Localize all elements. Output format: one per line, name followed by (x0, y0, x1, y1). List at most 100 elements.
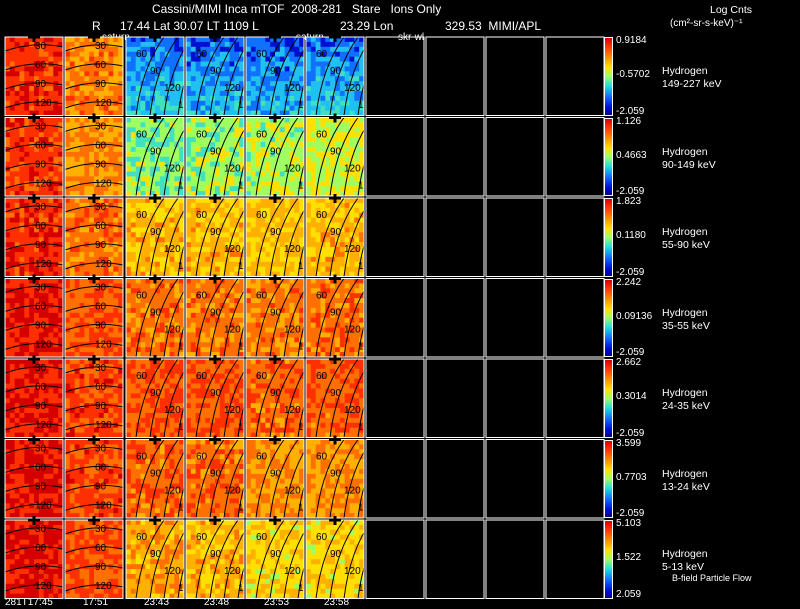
contour-label: 120 (224, 405, 241, 416)
panel-frame (485, 278, 545, 358)
contour-label: 90 (270, 388, 282, 399)
contour-label: 120 (35, 501, 52, 512)
contour-label: 120 (164, 164, 181, 175)
contour-label: 60 (316, 371, 328, 382)
contour-label: 90 (150, 227, 162, 238)
contour-label: 90 (150, 388, 162, 399)
contour-label: 60 (196, 452, 208, 463)
contour-label: 60 (136, 371, 148, 382)
energy-label: 13-24 keV (662, 480, 710, 493)
contour-label: 120 (344, 405, 361, 416)
contour-label: 120 (284, 566, 301, 577)
contour-label: 90 (270, 66, 282, 77)
contour-label: 60 (35, 382, 47, 393)
contour-label: 120 (284, 486, 301, 497)
panel-frame (485, 439, 545, 519)
colorbar-max-label: 2.662 (616, 357, 642, 368)
contour-label: 120 (164, 325, 181, 336)
contour-label: 90 (95, 240, 107, 251)
row-label: Hydrogen 24-35 keV (662, 387, 800, 413)
row-label: Hydrogen 55-90 keV (662, 226, 800, 252)
panel-frame (545, 197, 605, 277)
species-label: Hydrogen (662, 145, 708, 158)
colorbar-mid-label: 0.1180 (616, 230, 646, 242)
row-label: Hydrogen 149-227 keV (662, 65, 800, 91)
contour-label: 60 (316, 532, 328, 543)
contour-label: 60 (95, 221, 107, 232)
contour-label: 60 (35, 463, 47, 474)
contour-label: 60 (35, 221, 47, 232)
contour-label: 60 (196, 210, 208, 221)
contour-label: 90 (330, 147, 342, 158)
panel-frame (365, 197, 425, 277)
colorbar-max-label: 1.823 (616, 196, 642, 207)
contour-label: 90 (150, 66, 162, 77)
contour-label: 90 (270, 227, 282, 238)
contour-label: 120 (35, 420, 52, 431)
colorbar (604, 359, 613, 438)
contour-label: 60 (136, 130, 148, 141)
colorbar-mid-label: 1.522 (616, 552, 642, 564)
colorbar (604, 117, 613, 196)
contour-label: 60 (35, 141, 47, 152)
panel-frame (365, 278, 425, 358)
panel-frame (425, 358, 485, 438)
contour-label: 90 (210, 388, 222, 399)
species-label: Hydrogen (662, 548, 708, 560)
contour-label: 60 (256, 371, 268, 382)
panel-frame (425, 439, 485, 519)
species-label: Hydrogen (662, 387, 708, 399)
contour-label: 120 (95, 581, 112, 592)
contour-label: 60 (316, 452, 328, 463)
energy-label: 149-227 keV (662, 78, 722, 90)
contour-label: 60 (95, 463, 107, 474)
contour-label: 30 (95, 122, 107, 133)
time-label: 17:51 (83, 597, 109, 608)
panel-frame (545, 519, 605, 599)
panel-frame (425, 197, 485, 277)
contour-label: 90 (35, 321, 47, 332)
contour-label: 120 (164, 405, 181, 416)
contour-label: 90 (210, 66, 222, 77)
colorbar-mid-label: 0.09136 (616, 310, 653, 322)
panel-frame (545, 439, 605, 519)
contour-label: 90 (95, 79, 107, 90)
contour-label: 60 (256, 49, 268, 60)
panel-frame (485, 519, 545, 599)
colorbar-max-label: 2.242 (616, 276, 642, 288)
contour-label: 30 (35, 363, 47, 374)
panel-frame (365, 519, 425, 599)
contour-label: 90 (35, 482, 47, 493)
contour-label: 120 (344, 83, 361, 94)
colorbar (604, 439, 613, 518)
contour-label: 90 (210, 308, 222, 319)
contour-label: 60 (196, 532, 208, 543)
contour-label: 120 (224, 566, 241, 577)
contour-label: 90 (95, 401, 107, 412)
contour-label: 120 (284, 83, 301, 94)
panel-frame (545, 117, 605, 197)
heatmap-grid: 3060901203060901206090120156090120156090… (4, 33, 605, 599)
energy-label: 90-149 keV (662, 158, 716, 171)
panel-frame (485, 197, 545, 277)
contour-label: 90 (330, 549, 342, 560)
contour-label: 90 (330, 66, 342, 77)
contour-label: 90 (330, 308, 342, 319)
contour-label: 60 (95, 543, 107, 554)
contour-label: 60 (35, 543, 47, 554)
panel-frame (485, 36, 545, 116)
contour-label: 90 (35, 401, 47, 412)
contour-label: 60 (196, 291, 208, 302)
contour-label: 120 (35, 259, 52, 270)
colorbar-mid-label: -0.5702 (616, 69, 650, 81)
row-label: Hydrogen 13-24 keV (662, 468, 800, 494)
contour-label: 120 (224, 325, 241, 336)
contour-label: 90 (95, 562, 107, 573)
contour-label: 30 (35, 444, 47, 455)
contour-label: 90 (95, 482, 107, 493)
contour-label: 120 (164, 83, 181, 94)
contour-label: 120 (95, 98, 112, 109)
contour-label: 60 (136, 210, 148, 221)
time-label: 281T17:45 (5, 597, 53, 608)
contour-label: 90 (95, 160, 107, 171)
